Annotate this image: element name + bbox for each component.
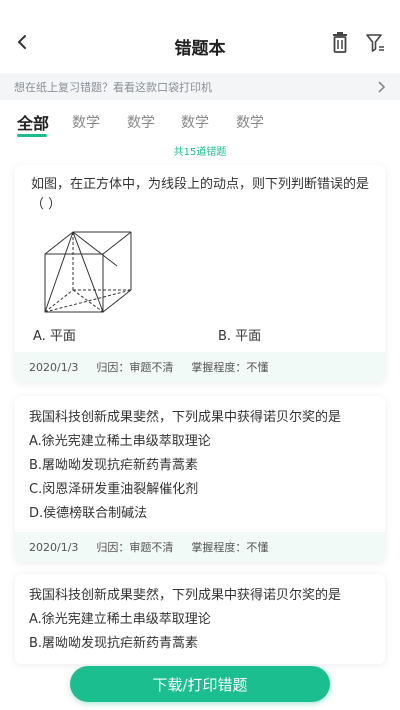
banner-text: 想在纸上复习错题？看看这款口袋打印机 (14, 80, 212, 94)
tab-math-4[interactable]: 数学 (236, 112, 264, 132)
cube-diagram (44, 231, 132, 313)
option-a: A.徐光宪建立稀土串级萃取理论 (29, 612, 211, 627)
option-b: B.屠呦呦发现抗疟新药青蒿素 (29, 636, 199, 651)
question-card[interactable]: 我国科技创新成果斐然，下列成果中获得诺贝尔奖的是 A.徐光宪建立稀土串级萃取理论… (15, 574, 385, 664)
option-d: D.侯德榜联合制碱法 (29, 506, 148, 521)
header: 错题本 (0, 0, 400, 70)
filter-icon[interactable] (365, 32, 387, 56)
tab-math-2[interactable]: 数学 (127, 112, 155, 132)
question-stem: 我国科技创新成果斐然，下列成果中获得诺贝尔奖的是 (29, 588, 342, 603)
active-tab-indicator (17, 134, 47, 137)
question-stem: 我国科技创新成果斐然，下列成果中获得诺贝尔奖的是 (29, 410, 342, 425)
question-text: 如图，在正方体中，为线段上的动点，则下列判断错误的是（ ） (31, 177, 370, 212)
question-card[interactable]: 如图，在正方体中，为线段上的动点，则下列判断错误的是（ ） A. 平面 B. 平… (15, 165, 385, 382)
option-b: B. 平面 (218, 329, 262, 344)
download-print-button[interactable]: 下载/打印错题 (70, 666, 330, 702)
card-meta: 2020/1/3 归因：审题不清 掌握程度：不懂 (15, 352, 385, 382)
question-card[interactable]: 我国科技创新成果斐然，下列成果中获得诺贝尔奖的是 A.徐光宪建立稀土串级萃取理论… (15, 396, 385, 562)
subject-tabs: 全部 数学 数学 数学 数学 (0, 108, 400, 138)
option-a: A. 平面 (33, 329, 76, 344)
chevron-right-icon (378, 81, 386, 93)
question-text: 我国科技创新成果斐然，下列成果中获得诺贝尔奖的是 A.徐光宪建立稀土串级萃取理论… (15, 396, 385, 526)
option-b: B.屠呦呦发现抗疟新药青蒿素 (29, 458, 199, 473)
trash-icon[interactable] (330, 32, 352, 56)
card-cause: 归因：审题不清 (96, 361, 174, 374)
question-count: 共15道错题 (173, 147, 227, 158)
tab-all[interactable]: 全部 (17, 110, 49, 134)
card-date: 2020/1/3 (29, 540, 79, 554)
card-mastery: 掌握程度：不懂 (191, 361, 269, 374)
card-meta: 2020/1/3 归因：审题不清 掌握程度：不懂 (15, 532, 385, 562)
tab-math-3[interactable]: 数学 (181, 112, 209, 132)
question-text: 我国科技创新成果斐然，下列成果中获得诺贝尔奖的是 A.徐光宪建立稀土串级萃取理论… (15, 574, 385, 656)
card-cause: 归因：审题不清 (96, 541, 174, 554)
option-a: A.徐光宪建立稀土串级萃取理论 (29, 434, 211, 449)
option-c: C.闵恩泽研发重油裂解催化剂 (29, 482, 199, 497)
card-date: 2020/1/3 (29, 360, 79, 374)
tab-math-1[interactable]: 数学 (72, 112, 100, 132)
promo-banner[interactable]: 想在纸上复习错题？看看这款口袋打印机 (0, 73, 400, 100)
card-mastery: 掌握程度：不懂 (191, 541, 269, 554)
